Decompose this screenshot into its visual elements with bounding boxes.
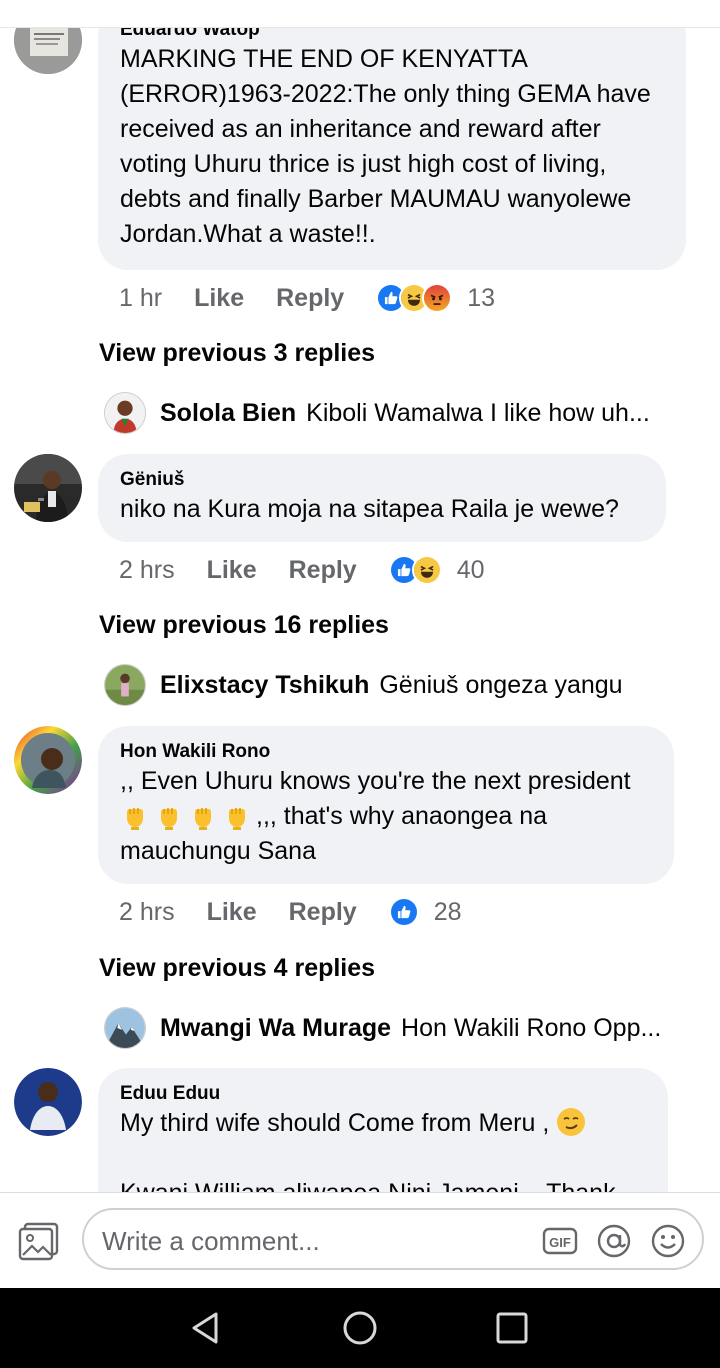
like-button[interactable]: Like <box>207 898 257 927</box>
comments-feed[interactable]: Eduardo Watop MARKING THE END OF KENYATT… <box>0 0 720 1192</box>
angry-icon <box>422 283 453 313</box>
view-previous-replies[interactable]: View previous 3 replies <box>99 339 375 368</box>
comment-author[interactable]: Hon Wakili Rono <box>120 740 652 764</box>
comment-line: (ERROR)1963-2022:The only thing GEMA hav… <box>120 80 651 108</box>
comment-line: Jordan.What a waste!!. <box>120 220 376 248</box>
mention-icon[interactable] <box>596 1223 632 1259</box>
comment-text-fragment: ,,, that's why anaongea na <box>256 802 548 830</box>
reply-button[interactable]: Reply <box>289 898 357 927</box>
reply-author[interactable]: Elixstacy Tshikuh <box>160 671 369 700</box>
photo-icon[interactable] <box>18 1222 60 1262</box>
comment-actions: 2 hrs Like Reply 40 <box>119 550 485 590</box>
top-header-strip <box>0 0 720 28</box>
comment-actions: 2 hrs Like Reply 28 <box>119 892 462 932</box>
comment-composer: Write a comment... GIF <box>0 1192 720 1288</box>
reaction-count[interactable]: 13 <box>467 284 495 313</box>
comment-author[interactable]: Gëniuš <box>120 468 644 492</box>
comment-line: debts and finally Barber MAUMAU wanyolew… <box>120 185 632 213</box>
view-previous-replies[interactable]: View previous 16 replies <box>99 611 389 640</box>
reply-button[interactable]: Reply <box>289 556 357 585</box>
reaction-summary[interactable] <box>388 555 442 585</box>
reaction-summary[interactable] <box>388 897 419 927</box>
comment-line: voting Uhuru thrice is just high cost of… <box>120 150 607 178</box>
back-icon[interactable] <box>188 1310 224 1346</box>
comment-line: ,, Even Uhuru knows you're the next pres… <box>120 767 631 795</box>
comment-time[interactable]: 2 hrs <box>119 898 175 927</box>
avatar[interactable] <box>14 1068 82 1136</box>
avatar[interactable] <box>14 454 82 522</box>
reply-button[interactable]: Reply <box>276 284 344 313</box>
comment-input[interactable]: Write a comment... GIF <box>82 1208 704 1270</box>
comment-actions: 1 hr Like Reply 13 <box>119 278 495 318</box>
reply-preview[interactable]: Solola Bien Kiboli Wamalwa I like how uh… <box>104 391 650 435</box>
comment-time[interactable]: 1 hr <box>119 284 162 313</box>
reaction-count[interactable]: 40 <box>457 556 485 585</box>
comment-line: MARKING THE END OF KENYATTA <box>120 45 528 73</box>
reaction-count[interactable]: 28 <box>434 898 462 927</box>
reply-text: Kiboli Wamalwa I like how uh... <box>306 398 650 427</box>
raised-fist-icon <box>188 800 218 830</box>
comment-bubble[interactable]: Gëniuš niko na Kura moja na sitapea Rail… <box>98 454 666 542</box>
comment-bubble[interactable]: Hon Wakili Rono ,, Even Uhuru knows you'… <box>98 726 674 884</box>
comment-time[interactable]: 2 hrs <box>119 556 175 585</box>
reaction-summary[interactable] <box>376 283 453 313</box>
system-navigation-bar <box>0 1288 720 1368</box>
avatar[interactable] <box>104 1007 146 1049</box>
comment-author[interactable]: Eduu Eduu <box>120 1082 646 1106</box>
comment-bubble[interactable]: Eduu Eduu My third wife should Come from… <box>98 1068 668 1192</box>
comment-text-fragment: My third wife should Come from Meru , <box>120 1109 550 1137</box>
comment-line: ,,, that's why anaongea na <box>120 799 652 834</box>
comment-line: My third wife should Come from Meru , <box>120 1106 646 1141</box>
raised-fist-icon <box>154 800 184 830</box>
home-icon[interactable] <box>342 1310 378 1346</box>
raised-fist-icon <box>120 800 150 830</box>
comment-bubble[interactable]: Eduardo Watop MARKING THE END OF KENYATT… <box>98 6 686 270</box>
smirk-face-icon <box>556 1107 586 1137</box>
comment-line-spacer <box>120 1141 646 1176</box>
comment-line: Kwani William aliwapea Nini Jameni... Th… <box>120 1176 646 1192</box>
reply-preview[interactable]: Elixstacy Tshikuh Gëniuš ongeza yangu <box>104 663 623 707</box>
comment-line: niko na Kura moja na sitapea Raila je we… <box>120 495 619 523</box>
comment-line: mauchungu Sana <box>120 837 316 865</box>
emoji-icon[interactable] <box>650 1223 686 1259</box>
avatar[interactable] <box>104 664 146 706</box>
like-icon <box>388 897 419 927</box>
comment-input-placeholder: Write a comment... <box>102 1226 320 1256</box>
avatar[interactable] <box>104 392 146 434</box>
view-previous-replies[interactable]: View previous 4 replies <box>99 954 375 983</box>
reply-author[interactable]: Solola Bien <box>160 399 296 428</box>
like-button[interactable]: Like <box>194 284 244 313</box>
reply-text: Hon Wakili Rono Opp... <box>401 1013 662 1042</box>
svg-text:GIF: GIF <box>549 1235 571 1250</box>
like-button[interactable]: Like <box>207 556 257 585</box>
comment-line: received as an inheritance and reward af… <box>120 115 601 143</box>
haha-icon <box>411 555 442 585</box>
recents-icon[interactable] <box>494 1310 530 1346</box>
reply-preview[interactable]: Mwangi Wa Murage Hon Wakili Rono Opp... <box>104 1006 661 1050</box>
raised-fist-icon <box>222 800 252 830</box>
reply-text: Gëniuš ongeza yangu <box>379 670 623 699</box>
reply-author[interactable]: Mwangi Wa Murage <box>160 1014 391 1043</box>
gif-icon[interactable]: GIF <box>542 1223 578 1259</box>
avatar[interactable] <box>14 726 82 794</box>
